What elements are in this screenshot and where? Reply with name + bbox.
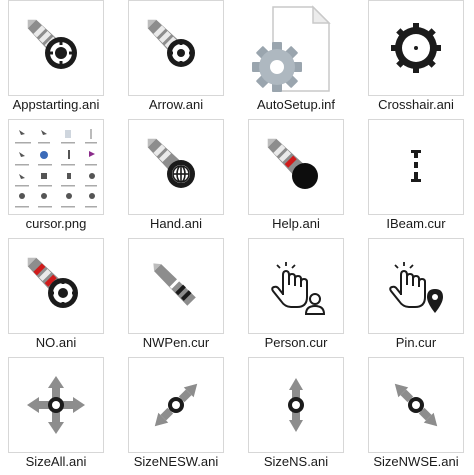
file-item-arrow[interactable]: Arrow.ani: [123, 0, 233, 118]
person-cursor-icon: [271, 262, 326, 315]
file-thumbnail[interactable]: [128, 119, 224, 215]
file-thumbnail[interactable]: [8, 119, 104, 215]
file-thumbnail[interactable]: [8, 0, 104, 96]
file-item-sizeall[interactable]: SizeAll.ani: [3, 357, 113, 475]
file-item-hand[interactable]: Hand.ani: [123, 119, 233, 237]
hand-cursor-icon: [147, 138, 195, 188]
file-thumbnail[interactable]: [128, 238, 224, 334]
ibeam-cursor-icon: [411, 150, 421, 182]
crosshair-cursor-icon: [391, 23, 441, 73]
size-ns-cursor-icon: [288, 378, 304, 432]
file-thumbnail[interactable]: [8, 238, 104, 334]
file-name: SizeNS.ani: [263, 454, 329, 469]
file-thumbnail[interactable]: [248, 357, 344, 453]
appstarting-cursor-icon: [27, 19, 77, 69]
size-nwse-cursor-icon: [394, 383, 438, 427]
file-thumbnail[interactable]: [248, 119, 344, 215]
file-name: AutoSetup.inf: [256, 97, 336, 112]
file-thumbnail[interactable]: [128, 0, 224, 96]
file-name: Appstarting.ani: [12, 97, 100, 112]
file-name: Arrow.ani: [148, 97, 204, 112]
file-name: SizeNESW.ani: [133, 454, 219, 469]
file-thumbnail[interactable]: [368, 0, 464, 96]
file-name: SizeAll.ani: [25, 454, 87, 469]
file-item-sizens[interactable]: SizeNS.ani: [243, 357, 353, 475]
file-name: Person.cur: [264, 335, 328, 350]
file-item-sizenwse[interactable]: SizeNWSE.ani: [363, 357, 473, 475]
file-item-ibeam[interactable]: IBeam.cur: [363, 119, 473, 237]
file-item-crosshair[interactable]: Crosshair.ani: [363, 0, 473, 118]
file-name: Help.ani: [272, 216, 320, 231]
size-all-cursor-icon: [27, 376, 85, 434]
file-thumbnail[interactable]: [248, 0, 344, 96]
file-thumbnail[interactable]: [368, 238, 464, 334]
file-item-person[interactable]: Person.cur: [243, 238, 353, 356]
file-thumbnail[interactable]: [368, 119, 464, 215]
file-grid: Appstarting.ani Arrow.ani AutoSetup.inf …: [0, 0, 474, 471]
arrow-cursor-icon: [147, 19, 195, 67]
file-name: IBeam.cur: [386, 216, 446, 231]
file-item-pin[interactable]: Pin.cur: [363, 238, 473, 356]
file-name: Pin.cur: [395, 335, 437, 350]
file-thumbnail[interactable]: [128, 357, 224, 453]
help-cursor-icon: [267, 138, 318, 189]
file-name: Hand.ani: [149, 216, 203, 231]
file-item-autosetup[interactable]: AutoSetup.inf: [243, 0, 353, 118]
pin-cursor-icon: [389, 262, 443, 313]
file-item-appstarting[interactable]: Appstarting.ani: [3, 0, 113, 118]
file-item-nwpen[interactable]: NWPen.cur: [123, 238, 233, 356]
size-nesw-cursor-icon: [154, 383, 198, 427]
file-item-help[interactable]: Help.ani: [243, 119, 353, 237]
file-thumbnail[interactable]: [8, 357, 104, 453]
image-preview-thumbnail: [10, 121, 102, 213]
file-name: NWPen.cur: [142, 335, 210, 350]
file-item-sizenesw[interactable]: SizeNESW.ani: [123, 357, 233, 475]
file-name: SizeNWSE.ani: [373, 454, 459, 469]
inf-file-gear-icon: [252, 5, 331, 92]
file-name: cursor.png: [25, 216, 87, 231]
no-cursor-icon: [27, 257, 78, 308]
pen-cursor-icon: [153, 263, 196, 306]
file-name: NO.ani: [35, 335, 77, 350]
file-item-cursor-png[interactable]: cursor.png: [3, 119, 113, 237]
file-name: Crosshair.ani: [378, 97, 454, 112]
file-thumbnail[interactable]: [248, 238, 344, 334]
file-item-no[interactable]: NO.ani: [3, 238, 113, 356]
file-thumbnail[interactable]: [368, 357, 464, 453]
